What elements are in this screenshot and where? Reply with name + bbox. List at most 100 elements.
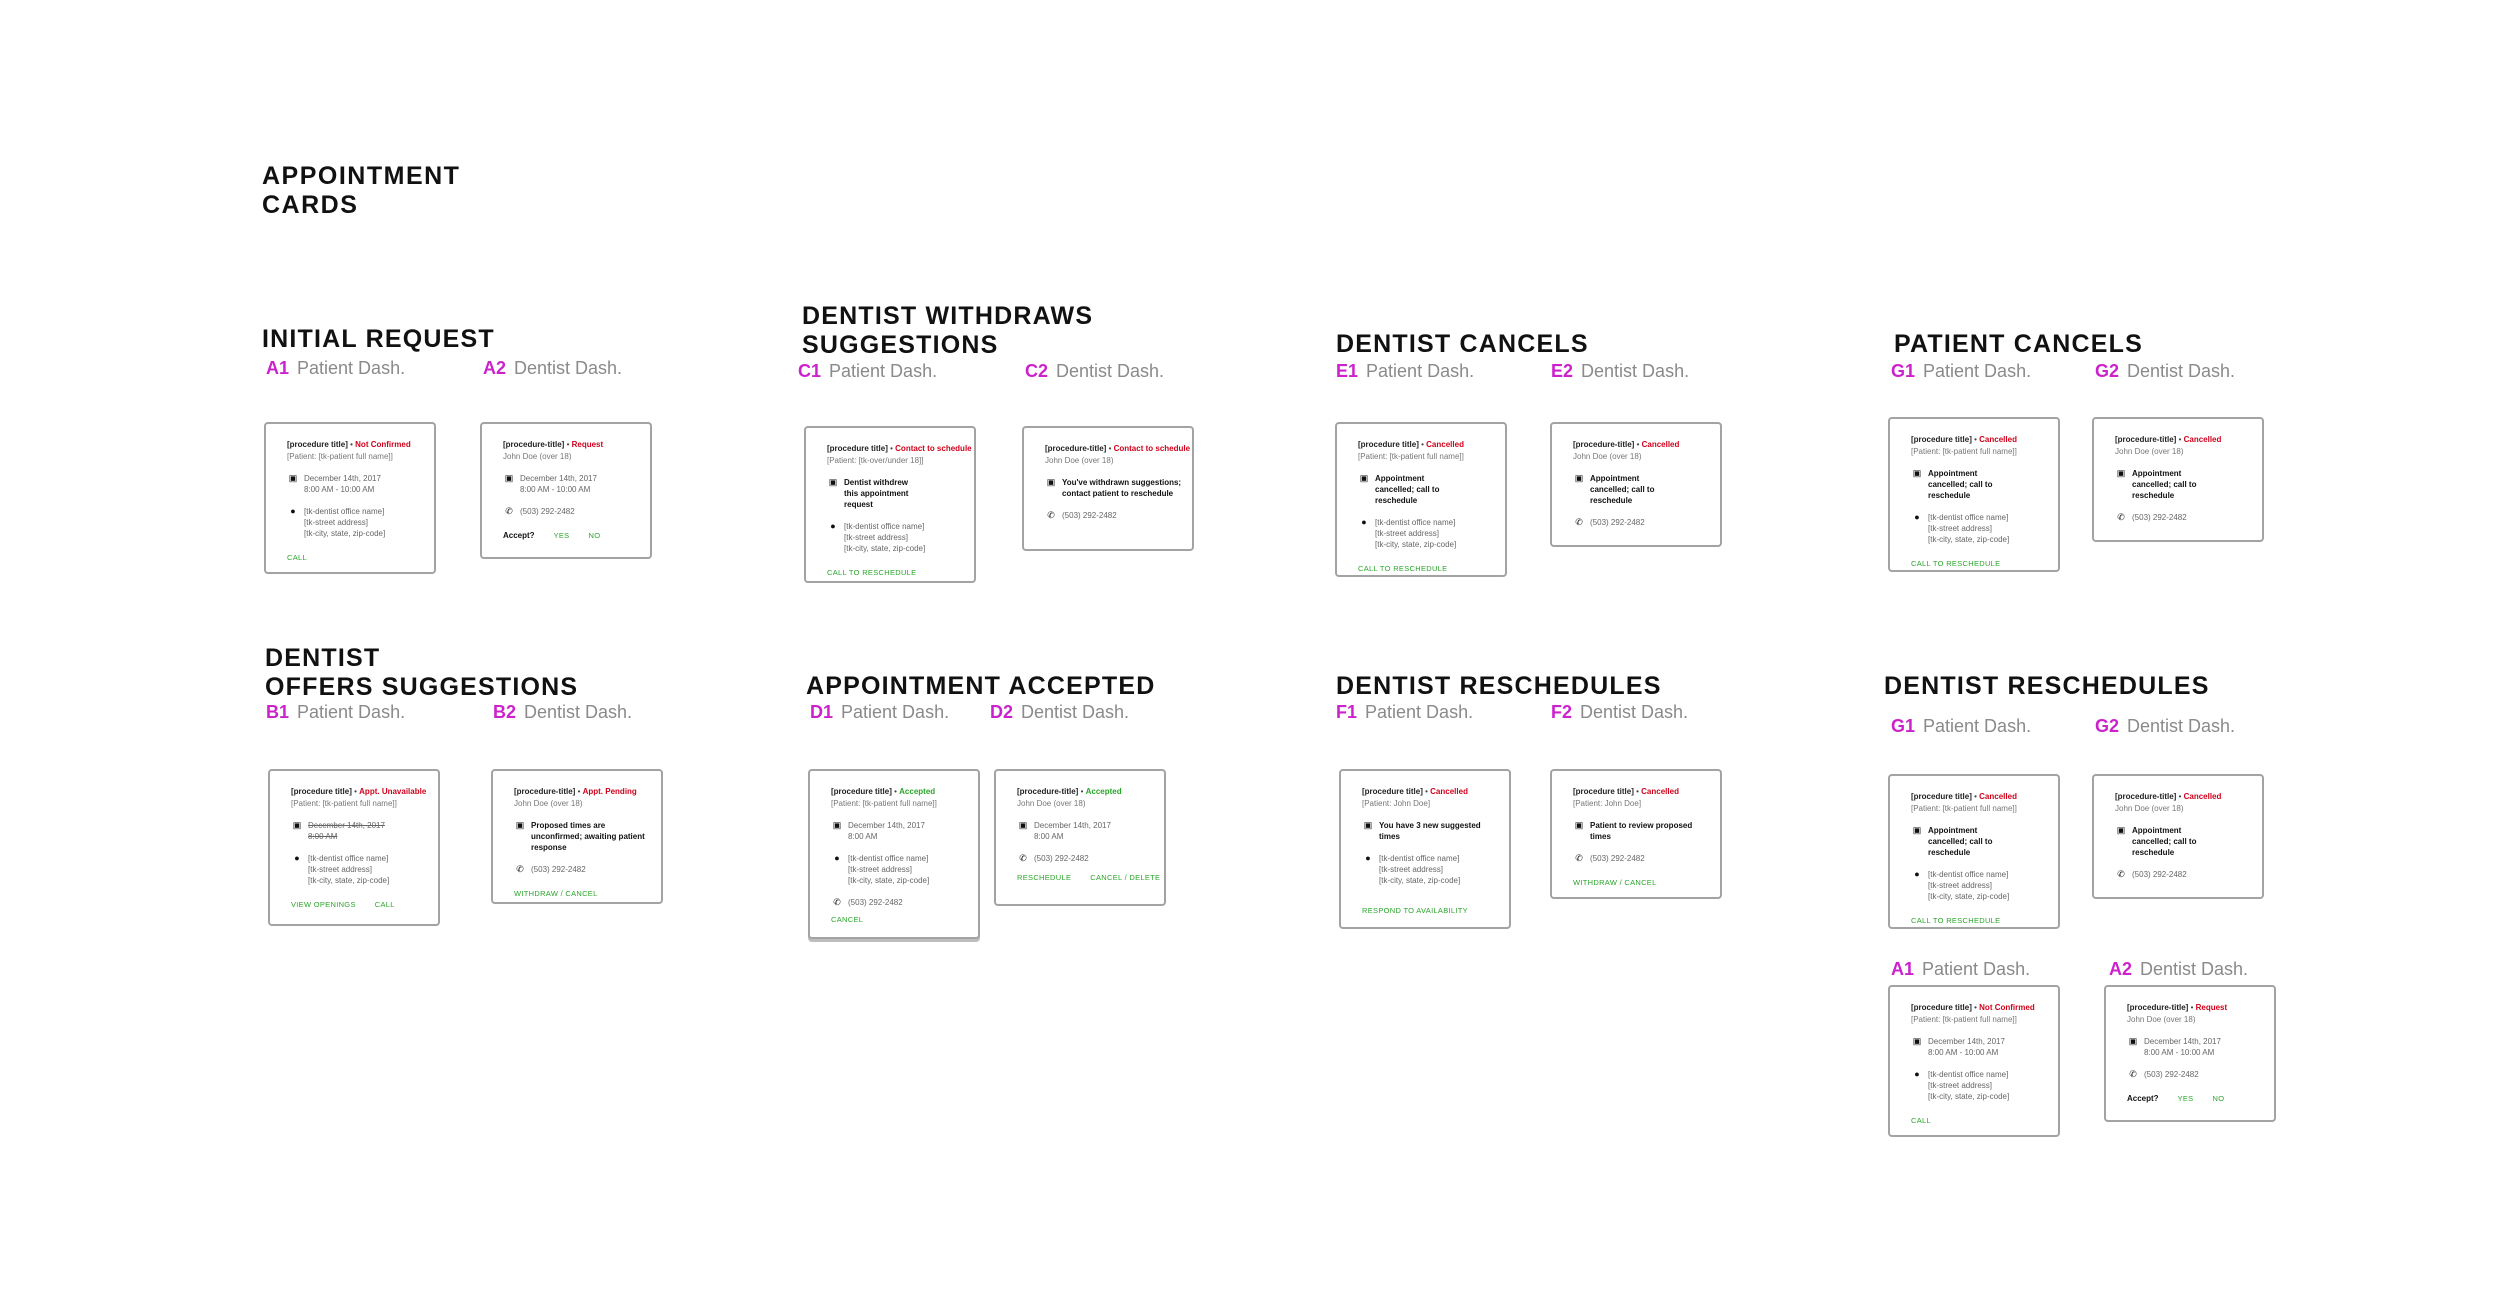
cancel-delete-button[interactable]: CANCEL / DELETE [1090,873,1160,882]
appointment-card-g2-reschedule[interactable]: [procedure-title] • Cancelled John Doe (… [2092,774,2264,899]
withdraw-cancel-button[interactable]: WITHDRAW / CANCEL [1573,878,1657,887]
yes-button[interactable]: YES [2178,1094,2194,1103]
procedure-title: [procedure-title] [1573,440,1635,449]
call-to-reschedule-button[interactable]: CALL TO RESCHEDULE [1358,564,1447,573]
call-button[interactable]: CALL [375,900,395,909]
page-title-line2: CARDS [262,191,359,219]
street-address: [tk-street address] [1928,524,1993,533]
label-text: Dentist Dash. [524,702,633,722]
status-badge: Accepted [899,787,936,796]
phone-number: (503) 292-2482 [2132,513,2187,522]
location-row: ● [tk-dentist office name] [tk-street addr… [831,853,966,886]
appointment-card-d1[interactable]: [procedure title] • Accepted [Patient: [… [808,769,980,939]
section-appointment-accepted: APPOINTMENT ACCEPTED [806,672,1155,701]
reschedule-button[interactable]: RESCHEDULE [1017,873,1071,882]
cancel-button[interactable]: CANCEL [831,915,863,924]
label-code: E2 [1551,361,1574,381]
calendar-icon: ▣ [828,477,838,487]
call-button[interactable]: CALL [1911,1116,1931,1125]
appointment-card-a1-copy[interactable]: [procedure title] • Not Confirmed [Patie… [1888,985,2060,1137]
appointment-card-g1-reschedule[interactable]: [procedure title] • Cancelled [Patient: … [1888,774,2060,929]
section-dentist-withdraws: DENTIST WITHDRAWS SUGGESTIONS [802,302,1093,360]
no-button[interactable]: NO [2212,1094,2224,1103]
calendar-icon: ▣ [515,820,525,830]
withdraw-cancel-button[interactable]: WITHDRAW / CANCEL [514,889,598,898]
time-text: 8:00 AM [848,832,878,841]
phone-row: ✆ (503) 292-2482 [831,897,966,908]
time-text: 8:00 AM [1034,832,1064,841]
appointment-card-c2[interactable]: [procedure-title] • Contact to schedule … [1022,426,1194,551]
status-badge: Request [2195,1003,2228,1012]
appointment-card-f1[interactable]: [procedure title] • Cancelled [Patient: … [1339,769,1511,929]
call-to-reschedule-button[interactable]: CALL TO RESCHEDULE [1911,559,2000,568]
date-row: ▣ December 14th, 2017 8:00 AM [291,820,426,842]
card-actions: RESCHEDULE CANCEL / DELETE [1017,872,1160,883]
appointment-card-b1[interactable]: [procedure title] • Appt. Unavailable [P… [268,769,440,926]
call-to-reschedule-button[interactable]: CALL TO RESCHEDULE [1911,916,2000,925]
phone-number: (503) 292-2482 [1062,511,1117,520]
yes-button[interactable]: YES [554,531,570,540]
call-button[interactable]: CALL [287,553,307,562]
label-text: Patient Dash. [1923,716,2032,736]
office-name: [tk-dentist office name] [304,507,385,516]
respond-to-availability-button[interactable]: RESPOND TO AVAILABILITY [1362,906,1468,915]
phone-row: ✆ (503) 292-2482 [1573,853,1708,864]
view-openings-button[interactable]: VIEW OPENINGS [291,900,356,909]
label-text: Dentist Dash. [1581,361,1690,381]
card-header: [procedure title] • Contact to schedule [827,443,972,454]
location-pin-icon: ● [294,853,300,863]
phone-row: ✆ (503) 292-2482 [1017,853,1152,864]
label-text: Patient Dash. [297,358,406,378]
appointment-card-a1[interactable]: [procedure title] • Not Confirmed [Patie… [264,422,436,574]
procedure-title: [procedure-title] [514,787,576,796]
patient-name: [Patient: [tk-patient full name]] [1911,804,2017,813]
office-name: [tk-dentist office name] [308,854,389,863]
appointment-card-f2[interactable]: [procedure title] • Cancelled [Patient: … [1550,769,1722,899]
appointment-card-d2[interactable]: [procedure-title] • Accepted John Doe (o… [994,769,1166,906]
card-header: [procedure title] • Cancelled [1911,434,2046,445]
calendar-icon: ▣ [1046,477,1056,487]
no-button[interactable]: NO [588,531,600,540]
patient-name: John Doe (over 18) [2127,1015,2196,1024]
calendar-icon: ▣ [1574,473,1584,483]
phone-row: ✆ (503) 292-2482 [1573,517,1708,528]
appointment-card-e2[interactable]: [procedure-title] • Cancelled John Doe (… [1550,422,1722,547]
patient-name: John Doe (over 18) [2115,804,2184,813]
location-pin-icon: ● [290,506,296,516]
date-row: ▣ December 14th, 2017 8:00 AM - 10:00 AM [503,473,638,495]
section-title: DENTIST CANCELS [1336,330,1589,358]
card-header: [procedure title] • Cancelled [1573,786,1708,797]
patient-name: [Patient: [tk-over/under 18]] [827,456,924,465]
phone-row: ✆ (503) 292-2482 [503,506,638,517]
card-header: [procedure title] • Not Confirmed [287,439,422,450]
appointment-card-b2[interactable]: [procedure-title] • Appt. Pending John D… [491,769,663,904]
status-message: Dentist withdrew this appointment reques… [844,478,909,509]
appointment-card-a2[interactable]: [procedure-title] • Request John Doe (ov… [480,422,652,559]
label-dentist-dash: C2 Dentist Dash. [1025,361,1164,382]
appointment-card-g1[interactable]: [procedure title] • Cancelled [Patient: … [1888,417,2060,572]
label-code: A1 [1891,959,1915,979]
card-actions: Accept? YES NO [2127,1093,2262,1104]
calendar-icon: ▣ [1363,820,1373,830]
city-state-zip: [tk-city, state, zip-code] [1375,540,1457,549]
label-code: D2 [990,702,1014,722]
card-header: [procedure title] • Cancelled [1911,791,2046,802]
date-text: December 14th, 2017 [520,474,597,483]
card-actions: CALL [1911,1115,2046,1126]
appointment-card-c1[interactable]: [procedure title] • Contact to schedule … [804,426,976,583]
label-text: Patient Dash. [297,702,406,722]
calendar-icon: ▣ [1359,473,1369,483]
call-to-reschedule-button[interactable]: CALL TO RESCHEDULE [827,568,916,577]
section-dentist-offers: DENTIST OFFERS SUGGESTIONS [265,644,578,702]
card-header: [procedure title] • Cancelled [1358,439,1493,450]
message-row: ▣ Appointment cancelled; call to reschedu… [1911,468,2046,501]
location-row: ● [tk-dentist office name] [tk-street addr… [1911,1069,2046,1102]
procedure-title: [procedure-title] [503,440,565,449]
card-header: [procedure-title] • Request [2127,1002,2262,1013]
appointment-card-a2-copy[interactable]: [procedure-title] • Request John Doe (ov… [2104,985,2276,1122]
appointment-card-e1[interactable]: [procedure title] • Cancelled [Patient: … [1335,422,1507,577]
label-code: G2 [2095,716,2120,736]
accept-question: Accept? [503,531,535,540]
appointment-card-g2[interactable]: [procedure-title] • Cancelled John Doe (… [2092,417,2264,542]
card-actions: CALL TO RESCHEDULE [1911,558,2046,569]
